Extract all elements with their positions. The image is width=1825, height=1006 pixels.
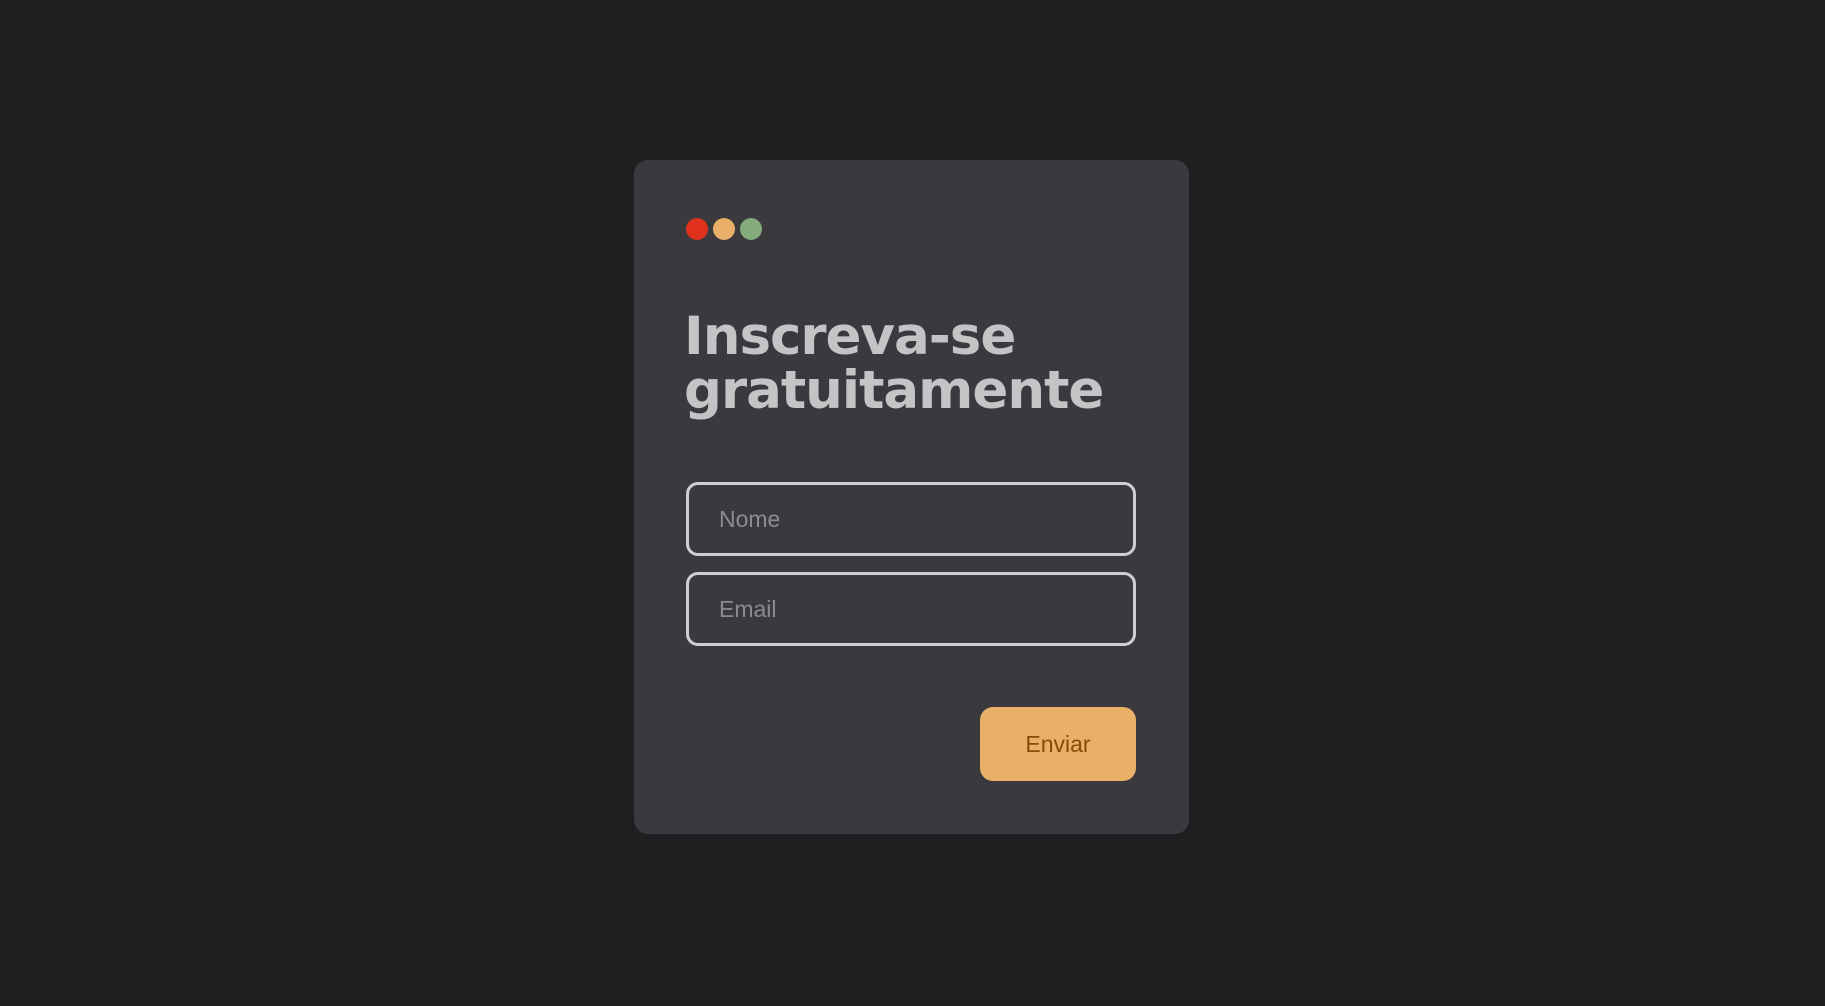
maximize-dot-icon xyxy=(740,218,762,240)
close-dot-icon xyxy=(686,218,708,240)
form-title-line1: Inscreva-se xyxy=(684,306,1016,367)
signup-card: Inscreva-segratuitamente Enviar xyxy=(634,160,1189,834)
email-input[interactable] xyxy=(686,572,1136,646)
form-title: Inscreva-se gratuitamente xyxy=(684,310,1164,418)
name-input[interactable] xyxy=(686,482,1136,556)
minimize-dot-icon xyxy=(713,218,735,240)
submit-button[interactable]: Enviar xyxy=(980,707,1136,781)
form-title-line2: gratuitamente xyxy=(684,360,1104,421)
